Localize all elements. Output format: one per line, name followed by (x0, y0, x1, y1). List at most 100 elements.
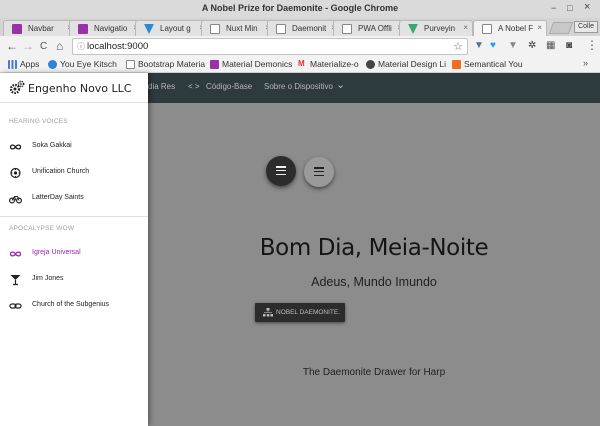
cocktail-icon (10, 275, 21, 286)
bookmark-item[interactable]: Material Design Li (366, 59, 446, 69)
tab-strip: Navbar × Navigatio × Layout g × Nuxt Min… (0, 18, 600, 36)
nav-item-jim-jones[interactable]: Jim Jones (0, 268, 148, 292)
home-button[interactable]: ⌂ (56, 39, 63, 53)
section-divider (0, 216, 148, 217)
bookmark-item[interactable]: Semantical You (452, 59, 523, 69)
link-icon (9, 303, 22, 309)
nav-item-igreja-universal[interactable]: Igreja Universal (0, 242, 148, 266)
bookmark-label: Materialize-o (310, 59, 359, 69)
menu-fab-dark[interactable] (266, 156, 296, 186)
bookmark-item[interactable]: M Materialize-o (298, 59, 359, 69)
tab-close-icon[interactable]: × (537, 23, 542, 32)
bookmark-item[interactable]: Bootstrap Materia (126, 59, 205, 69)
infinity-icon (9, 251, 22, 257)
menu-icon (314, 167, 324, 177)
section-header: HEARING VOICES (9, 118, 68, 125)
bookmark-label: Material Demonics (222, 59, 293, 69)
bookmark-apps[interactable]: Apps (8, 59, 39, 69)
twitter-icon[interactable]: ♥ (490, 40, 496, 52)
bookmark-star-icon[interactable]: ☆ (453, 40, 463, 53)
bookmarks-bar: Apps You Eye Kitsch Bootstrap Materia Ma… (0, 57, 600, 73)
tab-label: Nuxt Min (226, 24, 258, 33)
tab-label: Daemonit (292, 24, 327, 33)
nav-item-label: Church of the Subgenius (32, 301, 110, 308)
page-viewport: dia Res < > Código-Base Sobre o Disposit… (0, 73, 600, 426)
url-text: localhost:9000 (87, 41, 149, 52)
infinity-icon (9, 144, 22, 150)
new-tab-button[interactable] (548, 22, 574, 34)
tab-favicon (78, 24, 88, 34)
bookmark-item[interactable]: Material Demonics (210, 59, 292, 69)
tab-layout[interactable]: Layout g × (135, 20, 209, 36)
nav-link-about-device[interactable]: Sobre o Dispositivo (264, 82, 333, 91)
tab-nuxt[interactable]: Nuxt Min × (201, 20, 275, 36)
window-title: A Nobel Prize for Daemonite - Google Chr… (201, 3, 399, 13)
hero-title: Bom Dia, Meia-Noite (259, 235, 489, 261)
tab-purveying[interactable]: Purveyin × (399, 20, 473, 36)
bookmark-favicon (210, 60, 219, 69)
tab-navbar[interactable]: Navbar × (3, 20, 77, 36)
nav-item-unification-church[interactable]: Unification Church (0, 161, 148, 185)
apps-grid-icon (8, 60, 17, 69)
extension-grid-icon[interactable]: ▦ (546, 40, 555, 52)
nav-item-label: Igreja Universal (32, 249, 81, 256)
address-bar[interactable]: ⓘ localhost:9000 ☆ (72, 38, 468, 55)
bookmark-label: Bootstrap Materia (138, 59, 206, 69)
minimize-button[interactable]: − (551, 3, 556, 14)
bookmark-favicon (452, 60, 461, 69)
bicycle-icon (9, 196, 22, 204)
extension-triangle-icon[interactable]: ▼ (508, 40, 518, 52)
tab-label: A Nobel F (498, 24, 534, 33)
reload-button[interactable]: C (40, 40, 47, 54)
tab-label: PWA Offli (358, 24, 392, 33)
chrome-menu-icon[interactable]: ⋮ (586, 39, 598, 51)
nobel-daemonite-button[interactable]: NOBEL DAEMONITE. (255, 303, 345, 322)
side-nav-drawer: Engenho Novo LLC HEARING VOICES Soka Gak… (0, 73, 148, 426)
extension-v-icon[interactable]: ▼ (474, 40, 484, 52)
tab-label: Navigatio (94, 24, 128, 33)
tab-close-icon[interactable]: × (463, 23, 468, 32)
window-titlebar: A Nobel Prize for Daemonite - Google Chr… (0, 0, 600, 18)
section-header: APOCALYPSE WOW (9, 225, 75, 232)
tab-a-nobel[interactable]: A Nobel F × (473, 20, 547, 36)
cta-label: NOBEL DAEMONITE. (276, 309, 341, 316)
forward-button[interactable]: → (22, 39, 34, 53)
bookmark-item[interactable]: You Eye Kitsch (48, 59, 117, 69)
bookmark-favicon (366, 60, 375, 69)
nav-link-media[interactable]: dia Res (148, 82, 175, 91)
hero-subtitle: Adeus, Mundo Imundo (311, 275, 437, 289)
bookmarks-more-button[interactable]: » (583, 58, 588, 68)
back-button[interactable]: ← (6, 39, 18, 53)
bookmark-label: Apps (20, 59, 40, 69)
tab-favicon (276, 24, 286, 34)
maximize-button[interactable]: □ (567, 3, 572, 14)
nav-item-label: Soka Gakkai (32, 142, 72, 149)
tab-label: Navbar (28, 24, 54, 33)
close-window-button[interactable]: × (584, 2, 590, 13)
tab-label: Layout g (160, 24, 191, 33)
tab-navigation[interactable]: Navigatio × (69, 20, 143, 36)
tab-favicon (12, 24, 22, 34)
menu-fab-light[interactable] (304, 157, 334, 187)
nav-link-code-base[interactable]: Código-Base (206, 82, 252, 91)
brand-name: Engenho Novo LLC (28, 82, 132, 95)
nav-item-soka-gakkai[interactable]: Soka Gakkai (0, 135, 148, 159)
nav-item-latterday-saints[interactable]: LatterDay Saints (0, 187, 148, 211)
menu-icon (276, 166, 286, 176)
extension-shield-icon[interactable]: ◙ (566, 40, 572, 52)
chevron-down-icon[interactable]: ⌄ (336, 78, 345, 91)
tab-label: Purveyin (424, 24, 456, 33)
hero-section: Bom Dia, Meia-Noite Adeus, Mundo Imundo … (148, 103, 600, 426)
hero-tagline: The Daemonite Drawer for Harp (302, 367, 446, 378)
profile-button[interactable]: Colle (574, 21, 598, 33)
tab-daemonite[interactable]: Daemonit × (267, 20, 341, 36)
extension-gear-icon[interactable]: ✲ (528, 40, 536, 52)
tab-pwa[interactable]: PWA Offli × (333, 20, 407, 36)
drawer-brand[interactable]: Engenho Novo LLC (0, 73, 148, 103)
bookmark-label: You Eye Kitsch (60, 59, 117, 69)
page-info-icon[interactable]: ⓘ (77, 41, 85, 52)
nav-item-label: Unification Church (32, 168, 90, 175)
tab-favicon (210, 24, 220, 34)
nav-item-label: LatterDay Saints (32, 194, 84, 201)
nav-item-church-of-the-subgenius[interactable]: Church of the Subgenius (0, 294, 148, 318)
